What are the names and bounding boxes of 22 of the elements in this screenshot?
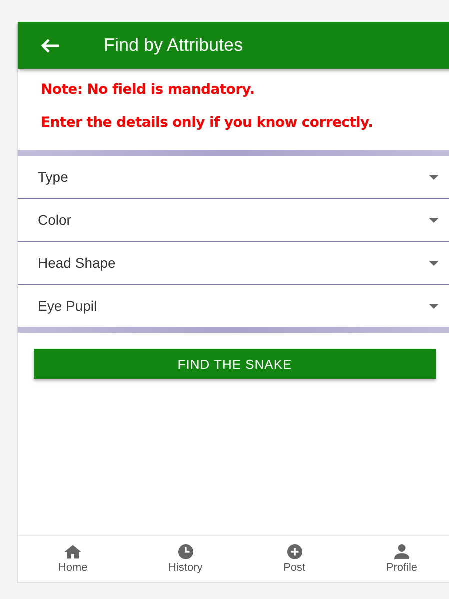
- note-text: Note: No field is mandatory.: [41, 82, 256, 98]
- post-icon: [286, 543, 304, 561]
- back-button[interactable]: [40, 38, 60, 54]
- screen-title: Find by Attributes: [104, 35, 244, 56]
- home-icon: [64, 543, 82, 561]
- caret-icon: [429, 304, 439, 308]
- nav-tab[interactable]: Profile: [386, 536, 418, 582]
- nav-tab[interactable]: History: [168, 536, 203, 582]
- dropdown-field[interactable]: Type: [18, 156, 449, 199]
- dropdown-field[interactable]: Color: [18, 199, 449, 242]
- profile-icon: [392, 543, 411, 561]
- nav-tab[interactable]: Home: [58, 536, 88, 582]
- nav-tab[interactable]: Post: [284, 536, 306, 582]
- note-text: Enter the details only if you know correctly.: [41, 115, 374, 131]
- caret-icon: [429, 174, 439, 180]
- dropdown-field[interactable]: Eye Pupil: [18, 285, 449, 327]
- caret-icon: [429, 260, 439, 266]
- caret-icon: [429, 218, 439, 222]
- back-arrow-icon: [40, 38, 60, 54]
- find-button[interactable]: FIND THE SNAKE: [34, 349, 436, 379]
- history-icon: [176, 543, 195, 561]
- dropdown-field[interactable]: Head Shape: [18, 242, 449, 285]
